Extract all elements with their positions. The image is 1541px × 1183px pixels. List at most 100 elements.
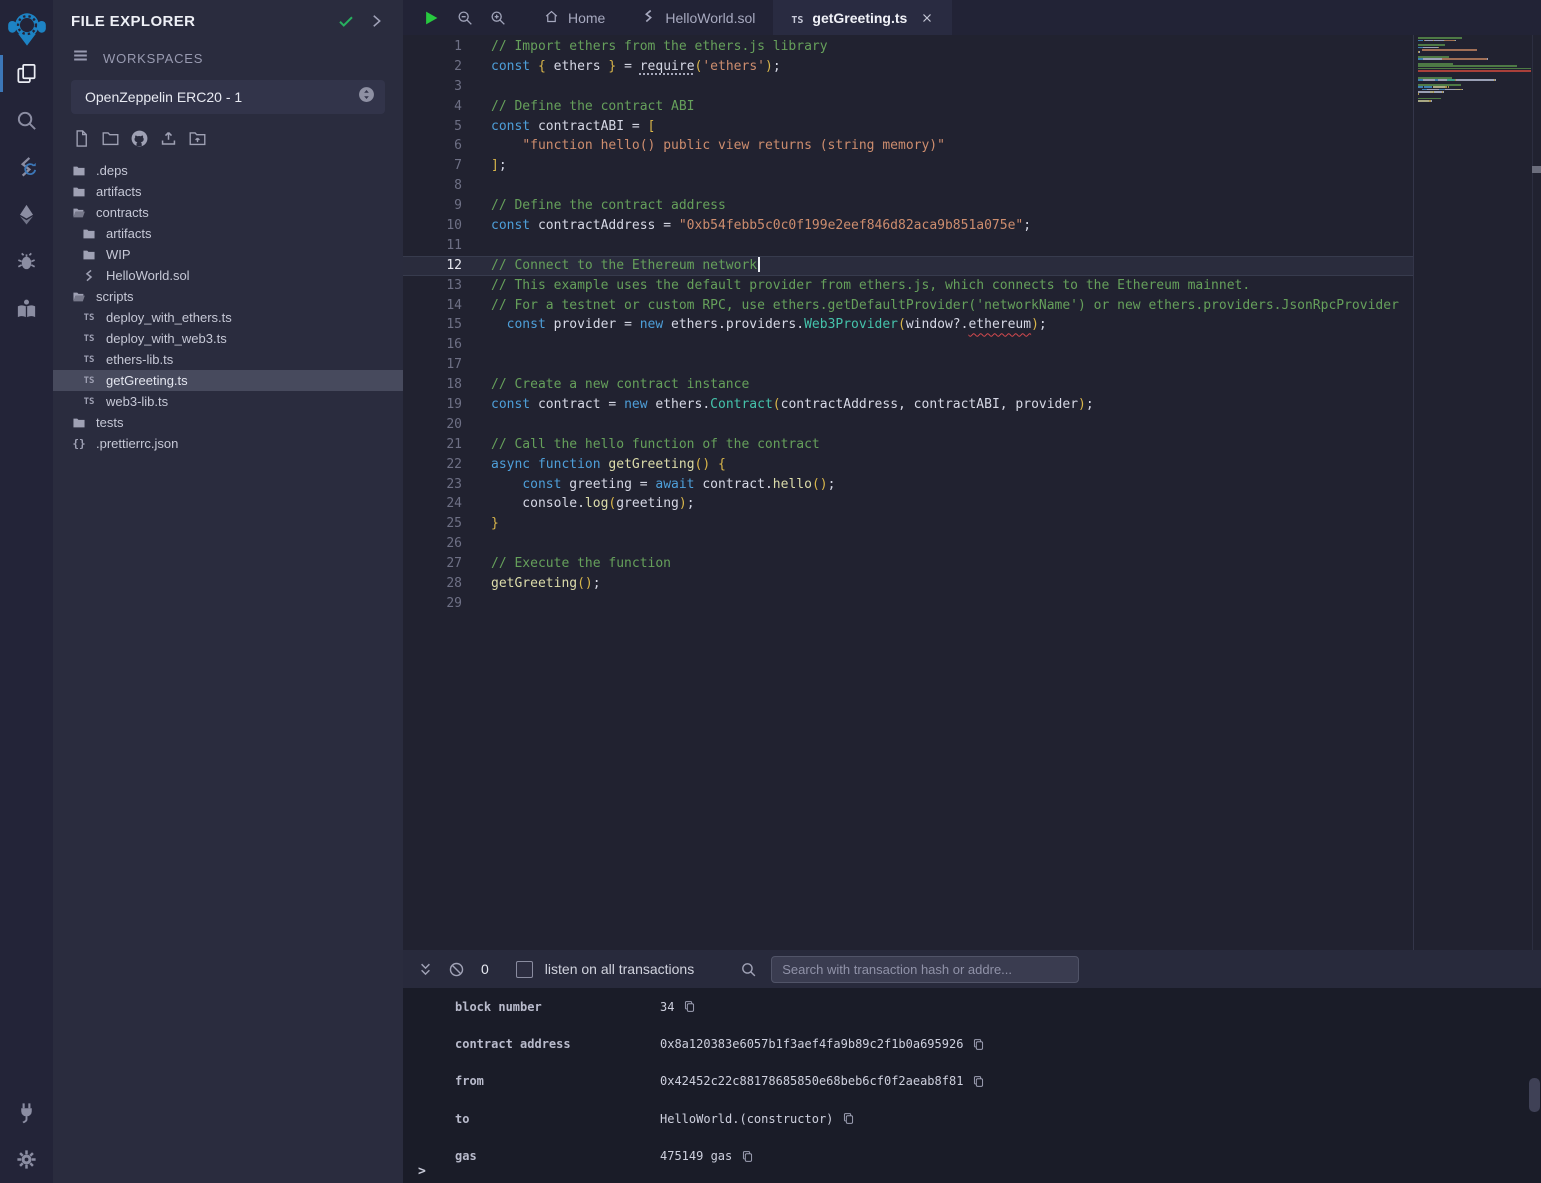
tree-item-deploy_with_ethers.ts[interactable]: TSdeploy_with_ethers.ts: [53, 307, 403, 328]
sidebar-item-file-explorer[interactable]: [0, 50, 53, 97]
tab-label: getGreeting.ts: [812, 10, 907, 26]
line-content: // Connect to the Ethereum network: [462, 256, 760, 276]
code-line: 29: [403, 594, 1413, 614]
clear-console-icon[interactable]: [448, 961, 465, 978]
play-button[interactable]: [422, 9, 440, 27]
typescript-icon: TS: [81, 352, 97, 368]
line-content: // Execute the function: [462, 554, 671, 574]
copy-icon[interactable]: [683, 1000, 696, 1013]
tab-Home[interactable]: Home: [526, 0, 623, 35]
code-line: 8: [403, 176, 1413, 196]
file-explorer-icon: [15, 62, 38, 85]
tree-item-.deps[interactable]: .deps: [53, 160, 403, 181]
tree-item-artifacts[interactable]: artifacts: [53, 223, 403, 244]
tree-item-artifacts[interactable]: artifacts: [53, 181, 403, 202]
tree-item-HelloWorld.sol[interactable]: HelloWorld.sol: [53, 265, 403, 286]
line-number: 9: [403, 196, 462, 216]
detail-value: HelloWorld.(constructor): [660, 1112, 855, 1126]
iconbar-spacer: [0, 332, 53, 1089]
sidebar-item-deploy-run[interactable]: [0, 191, 53, 238]
workspaces-menu-icon[interactable]: [71, 46, 90, 70]
zoom-in-button[interactable]: [490, 10, 506, 26]
chevron-right-icon[interactable]: [367, 12, 385, 30]
line-number: 7: [403, 156, 462, 176]
expand-terminal-icon[interactable]: [417, 961, 434, 978]
tree-item-.prettierrc.json[interactable]: {}.prettierrc.json: [53, 433, 403, 454]
copy-icon[interactable]: [842, 1112, 855, 1125]
line-content: [462, 415, 491, 435]
code-line: 1// Import ethers from the ethers.js lib…: [403, 37, 1413, 57]
check-icon[interactable]: [337, 12, 355, 30]
sidebar-item-debugger[interactable]: [0, 238, 53, 285]
editor-area: HomeHelloWorld.solTSgetGreeting.ts 1// I…: [403, 0, 1541, 1183]
line-content: // Import ethers from the ethers.js libr…: [462, 37, 828, 57]
code-line: 10const contractAddress = "0xb54febb5c0c…: [403, 216, 1413, 236]
code-line: 13// This example uses the default provi…: [403, 276, 1413, 296]
transaction-detail-row: gas475149 gas: [403, 1138, 1541, 1175]
debugger-icon: [15, 250, 38, 273]
zoom-out-button[interactable]: [457, 10, 473, 26]
typescript-icon: TS: [84, 313, 95, 323]
tree-item-label: artifacts: [96, 184, 142, 199]
scroll-indicator[interactable]: [1532, 166, 1541, 173]
line-content: const { ethers } = require('ethers');: [462, 57, 781, 77]
tree-item-contracts[interactable]: contracts: [53, 202, 403, 223]
tree-item-tests[interactable]: tests: [53, 412, 403, 433]
tree-item-ethers-lib.ts[interactable]: TS ethers-lib.ts: [53, 349, 403, 370]
close-icon[interactable]: [920, 11, 934, 25]
detail-label: block number: [455, 1000, 660, 1014]
listen-checkbox[interactable]: [516, 961, 533, 978]
sidebar-item-settings[interactable]: [0, 1136, 53, 1183]
tab-getGreeting.ts[interactable]: TSgetGreeting.ts: [773, 0, 952, 35]
code-editor[interactable]: 1// Import ethers from the ethers.js lib…: [403, 35, 1541, 950]
sidebar-item-search[interactable]: [0, 97, 53, 144]
sidebar-item-solidity-compiler[interactable]: [0, 144, 53, 191]
workspace-select[interactable]: OpenZeppelin ERC20 - 1: [71, 80, 385, 114]
terminal-prompt[interactable]: >: [418, 1164, 426, 1179]
remix-logo-icon[interactable]: [0, 0, 53, 50]
typescript-icon: TS: [81, 310, 97, 326]
tree-item-label: ethers-lib.ts: [106, 352, 173, 367]
typescript-icon: TS: [84, 397, 95, 407]
line-number: 29: [403, 594, 462, 614]
code-line: 7];: [403, 156, 1413, 176]
tree-item-WIP[interactable]: WIP: [53, 244, 403, 265]
tree-item-label: tests: [96, 415, 123, 430]
copy-icon[interactable]: [972, 1038, 985, 1051]
load-folder-icon[interactable]: [187, 128, 207, 148]
solidity-compiler-icon: [15, 156, 38, 179]
code-line: 28getGreeting();: [403, 574, 1413, 594]
code-line: 4// Define the contract ABI: [403, 97, 1413, 117]
solidity-icon: [641, 9, 656, 27]
overview-ruler: [1532, 35, 1541, 950]
tree-item-deploy_with_web3.ts[interactable]: TSdeploy_with_web3.ts: [53, 328, 403, 349]
panel-title: FILE EXPLORER: [71, 13, 325, 30]
tree-item-getGreeting.ts[interactable]: TSgetGreeting.ts: [53, 370, 403, 391]
line-number: 2: [403, 57, 462, 77]
new-file-icon[interactable]: [71, 128, 91, 148]
terminal-scrollbar[interactable]: [1529, 1078, 1540, 1112]
tree-item-web3-lib.ts[interactable]: TSweb3-lib.ts: [53, 391, 403, 412]
github-icon[interactable]: [129, 128, 149, 148]
typescript-icon: TS: [81, 373, 97, 389]
sidebar-item-plugin-manager[interactable]: [0, 1089, 53, 1136]
line-content: console.log(greeting);: [462, 494, 695, 514]
json-icon: {}: [71, 436, 87, 452]
sidebar-item-learn[interactable]: [0, 285, 53, 332]
tab-HelloWorld.sol[interactable]: HelloWorld.sol: [623, 0, 773, 35]
line-content: ];: [462, 156, 507, 176]
pending-count: 0: [481, 961, 489, 977]
line-content: // This example uses the default provide…: [462, 276, 1250, 296]
copy-icon[interactable]: [972, 1075, 985, 1088]
line-number: 26: [403, 534, 462, 554]
new-folder-icon[interactable]: [100, 128, 120, 148]
learn-icon: [15, 297, 38, 320]
terminal-search-input[interactable]: [771, 956, 1079, 983]
code-line: 5const contractABI = [: [403, 117, 1413, 137]
minimap[interactable]: [1418, 37, 1531, 105]
tree-item-scripts[interactable]: scripts: [53, 286, 403, 307]
copy-icon[interactable]: [741, 1150, 754, 1163]
code-line: 2const { ethers } = require('ethers');: [403, 57, 1413, 77]
publish-icon[interactable]: [158, 128, 178, 148]
terminal-header: 0 listen on all transactions: [403, 950, 1541, 988]
